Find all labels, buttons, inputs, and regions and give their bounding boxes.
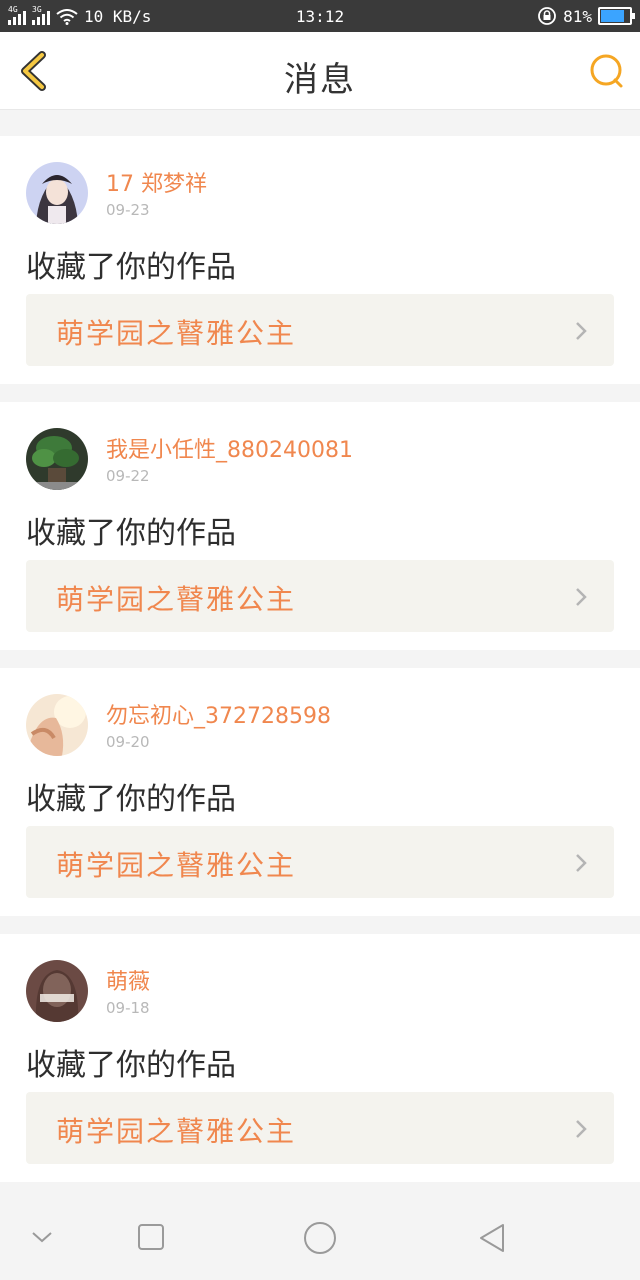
work-title: 萌学园之瞽雅公主 xyxy=(56,849,297,882)
avatar[interactable] xyxy=(26,694,88,756)
chevron-right-icon xyxy=(576,588,587,606)
message-card: 17 郑梦祥 09-23 收藏了你的作品 萌学园之瞽雅公主 xyxy=(0,136,640,384)
chevron-right-icon xyxy=(576,322,587,340)
action-text: 收藏了你的作品 xyxy=(26,516,236,551)
work-link[interactable]: 萌学园之瞽雅公主 xyxy=(26,826,614,898)
header: 消息 xyxy=(0,32,640,110)
message-list: 17 郑梦祥 09-23 收藏了你的作品 萌学园之瞽雅公主 我是小任性_8802… xyxy=(0,118,640,1182)
message-card: 萌薇 09-18 收藏了你的作品 萌学园之瞽雅公主 xyxy=(0,934,640,1182)
action-text: 收藏了你的作品 xyxy=(26,250,236,285)
signal-icon-2: 3G xyxy=(32,5,50,25)
username[interactable]: 我是小任性_880240081 xyxy=(106,432,353,464)
action-text: 收藏了你的作品 xyxy=(26,1048,236,1083)
action-text: 收藏了你的作品 xyxy=(26,782,236,817)
rotation-lock-icon xyxy=(538,7,556,25)
recents-square-icon[interactable] xyxy=(137,1223,165,1251)
search-icon[interactable] xyxy=(588,52,626,90)
status-left: 4G 3G 10 KB/s xyxy=(8,5,152,26)
message-date: 09-23 xyxy=(106,201,150,219)
chevron-right-icon xyxy=(576,854,587,872)
status-right: 81% xyxy=(537,6,635,26)
work-link[interactable]: 萌学园之瞽雅公主 xyxy=(26,294,614,366)
battery-fill xyxy=(601,10,624,22)
message-date: 09-22 xyxy=(106,467,150,485)
collapse-chevron-icon[interactable] xyxy=(30,1228,54,1246)
avatar[interactable] xyxy=(26,960,88,1022)
username[interactable]: 萌薇 xyxy=(106,964,150,996)
battery-icon xyxy=(598,7,635,25)
work-link[interactable]: 萌学园之瞽雅公主 xyxy=(26,1092,614,1164)
work-title: 萌学园之瞽雅公主 xyxy=(56,1115,297,1148)
message-date: 09-20 xyxy=(106,733,150,751)
page-title: 消息 xyxy=(284,60,356,100)
message-date: 09-18 xyxy=(106,999,150,1017)
avatar[interactable] xyxy=(26,162,88,224)
network-speed: 10 KB/s xyxy=(84,7,152,26)
chevron-right-icon xyxy=(576,1120,587,1138)
avatar[interactable] xyxy=(26,428,88,490)
system-nav-bar xyxy=(0,1196,640,1280)
work-title: 萌学园之瞽雅公主 xyxy=(56,583,297,616)
message-card: 我是小任性_880240081 09-22 收藏了你的作品 萌学园之瞽雅公主 xyxy=(0,402,640,650)
back-chevron-icon[interactable] xyxy=(14,50,54,92)
home-circle-icon[interactable] xyxy=(302,1220,338,1256)
work-title: 萌学园之瞽雅公主 xyxy=(56,317,297,350)
status-bar: 4G 3G 10 KB/s 13:12 81% xyxy=(0,0,640,32)
signal-icon: 4G xyxy=(8,5,26,25)
wifi-icon xyxy=(56,8,78,25)
message-card: 勿忘初心_372728598 09-20 收藏了你的作品 萌学园之瞽雅公主 xyxy=(0,668,640,916)
username[interactable]: 17 郑梦祥 xyxy=(106,166,207,198)
username[interactable]: 勿忘初心_372728598 xyxy=(106,698,331,730)
back-triangle-icon[interactable] xyxy=(476,1222,508,1254)
work-link[interactable]: 萌学园之瞽雅公主 xyxy=(26,560,614,632)
battery-percent: 81% xyxy=(563,6,592,26)
